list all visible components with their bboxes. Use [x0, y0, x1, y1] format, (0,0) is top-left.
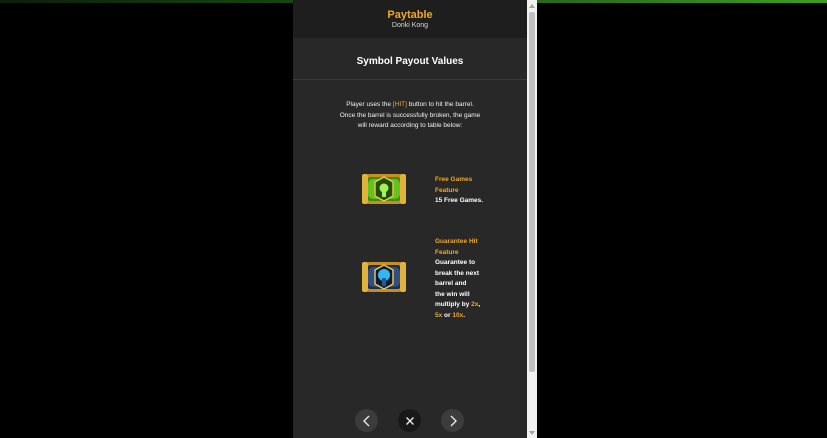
section-divider [293, 79, 527, 80]
section-title: Symbol Payout Values [356, 56, 464, 67]
vertical-scrollbar[interactable] [527, 0, 537, 438]
page-title: Paytable [387, 9, 433, 21]
info-line-3: barrel and [435, 280, 467, 287]
symbol-info-free-games: Free Games Feature 15 Free Games. [435, 175, 515, 207]
scroll-up-arrow-icon [529, 4, 535, 8]
symbol-payout-text: 15 Free Games. [435, 197, 484, 204]
scroll-up-button[interactable] [527, 1, 537, 11]
next-page-button[interactable] [441, 409, 464, 432]
info-line-1: Guarantee to [435, 259, 476, 266]
rules-description: Player uses the [HIT] button to hit the … [313, 100, 507, 132]
chevron-right-icon [450, 415, 457, 426]
symbol-name: Guarantee Hit [435, 238, 478, 245]
multiply-text: multiply by [435, 301, 472, 308]
desc-text-2: button to hit the barrel. [406, 101, 474, 108]
symbol-name-2: Feature [435, 186, 459, 194]
scroll-down-arrow-icon [529, 431, 535, 435]
close-button[interactable] [398, 409, 421, 432]
chevron-left-icon [362, 415, 369, 426]
prev-page-button[interactable] [355, 409, 378, 432]
desc-text-1: Player uses the [346, 101, 393, 108]
multiplier-line-1: multiply by 2x, [435, 300, 515, 311]
info-line-2: break the next [435, 269, 480, 277]
symbol-name-2: Feature [435, 248, 459, 256]
symbol-name: Free Games [435, 176, 473, 183]
game-name: Donki Kong [391, 22, 429, 29]
period: . [463, 311, 466, 319]
scroll-down-button[interactable] [527, 428, 537, 438]
multiplier-line-2: 5x or 10x. [435, 311, 515, 322]
green-barrel-icon [359, 168, 409, 210]
paytable-panel: Paytable Donki Kong Symbol Payout Values… [293, 0, 527, 438]
scrollbar-thumb[interactable] [529, 12, 535, 372]
symbol-info-guarantee-hit: Guarantee Hit Feature Guarantee to break… [435, 237, 515, 321]
desc-line-3: will reward according to table below: [357, 122, 463, 129]
info-line-4: the win will [435, 290, 470, 298]
paytable-header: Paytable Donki Kong [293, 0, 527, 38]
close-icon [405, 416, 414, 425]
desc-line-2: Once the barrel is successfully broken, … [339, 111, 481, 119]
separator: , [478, 301, 481, 308]
blue-barrel-icon [359, 256, 409, 298]
hit-keyword: [HIT] [392, 101, 407, 108]
multiplier-10x: 10x [452, 311, 464, 319]
or-text: or [442, 311, 453, 319]
